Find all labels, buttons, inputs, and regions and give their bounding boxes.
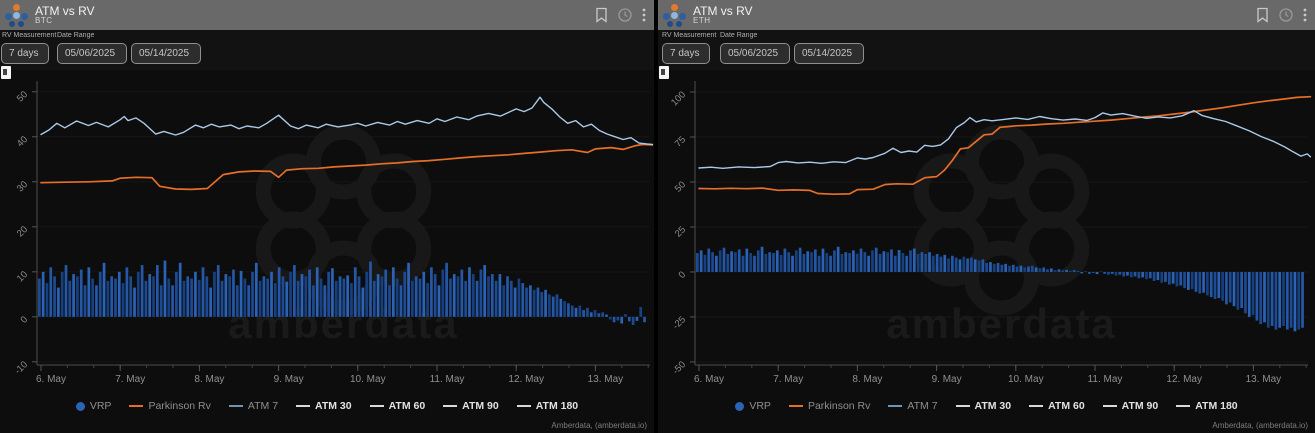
rv-measurement-select[interactable]: 7 days (1, 43, 49, 64)
svg-text:10. May: 10. May (350, 374, 386, 385)
series-marker (443, 405, 457, 407)
widget-asset: ETH (693, 17, 753, 25)
svg-text:7. May: 7. May (773, 374, 803, 385)
bookmark-icon[interactable] (1256, 7, 1269, 23)
clock-icon[interactable] (1278, 7, 1294, 23)
legend-item-parkinson-rv[interactable]: Parkinson Rv (789, 400, 870, 412)
legend-item-atm-7[interactable]: ATM 7 (229, 400, 278, 412)
widget-controls: RV Measurement Date Range 7 days 05/06/2… (0, 30, 654, 70)
svg-text:7. May: 7. May (115, 374, 145, 385)
legend-item-atm-90[interactable]: ATM 90 (1103, 400, 1159, 412)
series-marker (517, 405, 531, 407)
series-marker (370, 405, 384, 407)
widget-asset: BTC (35, 17, 95, 25)
series-marker (1176, 405, 1190, 407)
svg-text:40: 40 (15, 134, 30, 149)
date-start-input[interactable]: 05/06/2025 (720, 43, 790, 64)
series-marker (956, 405, 970, 407)
series-marker (789, 405, 803, 407)
legend-item-atm-180[interactable]: ATM 180 (517, 400, 578, 412)
svg-text:100: 100 (669, 89, 688, 108)
legend-item-atm-60[interactable]: ATM 60 (370, 400, 426, 412)
kebab-menu-icon[interactable] (1303, 7, 1307, 23)
svg-text:-50: -50 (671, 359, 688, 376)
legend-item-atm-7[interactable]: ATM 7 (888, 400, 937, 412)
rv-measurement-select[interactable]: 7 days (662, 43, 710, 64)
series-marker (735, 402, 744, 411)
clock-icon[interactable] (617, 7, 633, 23)
legend-item-atm-90[interactable]: ATM 90 (443, 400, 499, 412)
svg-text:amberdata: amberdata (886, 300, 1116, 347)
chart-legend: VRP Parkinson Rv ATM 7 ATM 30 ATM 60 ATM… (658, 400, 1315, 412)
date-range-label: Date Range (57, 32, 94, 39)
svg-text:30: 30 (15, 179, 30, 194)
svg-text:9. May: 9. May (932, 374, 962, 385)
amberdata-logo (3, 2, 29, 28)
dashboard: ATM vs RV BTC RV Measurement Date Range … (0, 0, 1315, 433)
svg-text:13. May: 13. May (588, 374, 624, 385)
amberdata-logo (661, 2, 687, 28)
date-start-input[interactable]: 05/06/2025 (57, 43, 127, 64)
rv-measurement-label: RV Measurement (662, 32, 716, 39)
date-end-input[interactable]: 05/14/2025 (794, 43, 864, 64)
series-marker (76, 402, 85, 411)
widget-atm-vs-rv-btc: ATM vs RV BTC RV Measurement Date Range … (0, 0, 654, 433)
legend-item-atm-30[interactable]: ATM 30 (956, 400, 1012, 412)
svg-text:-10: -10 (13, 359, 30, 376)
series-marker (229, 405, 243, 407)
resize-handle[interactable] (659, 66, 669, 79)
svg-text:11. May: 11. May (1088, 374, 1123, 385)
date-end-input[interactable]: 05/14/2025 (131, 43, 201, 64)
svg-text:11. May: 11. May (430, 374, 465, 385)
svg-text:10: 10 (15, 269, 30, 284)
svg-text:20: 20 (15, 224, 30, 239)
series-marker (1103, 405, 1117, 407)
attribution: Amberdata, (amberdata.io) (1212, 421, 1308, 430)
series-marker (129, 405, 143, 407)
rv-measurement-label: RV Measurement (2, 32, 56, 39)
date-range-label: Date Range (720, 32, 757, 39)
svg-text:12. May: 12. May (1166, 374, 1202, 385)
svg-text:6. May: 6. May (36, 374, 66, 385)
svg-text:75: 75 (673, 134, 688, 149)
series-marker (296, 405, 310, 407)
svg-text:12. May: 12. May (508, 374, 544, 385)
svg-text:50: 50 (673, 179, 688, 194)
svg-text:9. May: 9. May (274, 374, 304, 385)
legend-item-atm-60[interactable]: ATM 60 (1029, 400, 1085, 412)
chart-canvas-btc[interactable]: amberdata50403020100-106. May7. May8. Ma… (0, 70, 654, 433)
svg-text:8. May: 8. May (194, 374, 224, 385)
chart-canvas-eth[interactable]: amberdata 100 75 50 25 0 -25 -50 6. May 7. May 8. … (658, 70, 1315, 433)
legend-item-vrp[interactable]: VRP (735, 400, 771, 412)
attribution: Amberdata, (amberdata.io) (551, 421, 647, 430)
widget-atm-vs-rv-eth: ATM vs RV ETH RV Measurement Date Range … (658, 0, 1315, 433)
widget-header: ATM vs RV ETH (658, 0, 1315, 30)
legend-item-vrp[interactable]: VRP (76, 400, 112, 412)
series-marker (888, 405, 902, 407)
svg-text:0: 0 (677, 269, 689, 281)
widget-header: ATM vs RV BTC (0, 0, 654, 30)
legend-item-parkinson-rv[interactable]: Parkinson Rv (129, 400, 210, 412)
legend-item-atm-30[interactable]: ATM 30 (296, 400, 352, 412)
svg-text:0: 0 (19, 314, 31, 326)
svg-text:-25: -25 (671, 314, 688, 331)
svg-text:50: 50 (15, 89, 30, 104)
chart-legend: VRP Parkinson Rv ATM 7 ATM 30 ATM 60 ATM… (0, 400, 654, 412)
legend-item-atm-180[interactable]: ATM 180 (1176, 400, 1237, 412)
svg-text:8. May: 8. May (852, 374, 882, 385)
svg-text:10. May: 10. May (1008, 374, 1044, 385)
resize-handle[interactable] (1, 66, 11, 79)
svg-text:13. May: 13. May (1246, 374, 1282, 385)
kebab-menu-icon[interactable] (642, 7, 646, 23)
bookmark-icon[interactable] (595, 7, 608, 23)
series-marker (1029, 405, 1043, 407)
svg-text:6. May: 6. May (694, 374, 724, 385)
widget-controls: RV Measurement Date Range 7 days 05/06/2… (658, 30, 1315, 70)
svg-text:25: 25 (673, 224, 688, 239)
